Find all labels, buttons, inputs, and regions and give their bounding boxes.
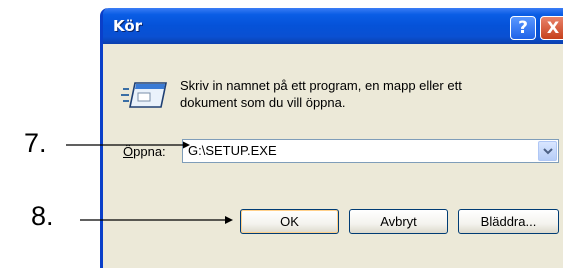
step-8-arrow [80, 216, 233, 224]
annotation-arrows [66, 141, 233, 224]
step-7-arrow [66, 141, 190, 149]
